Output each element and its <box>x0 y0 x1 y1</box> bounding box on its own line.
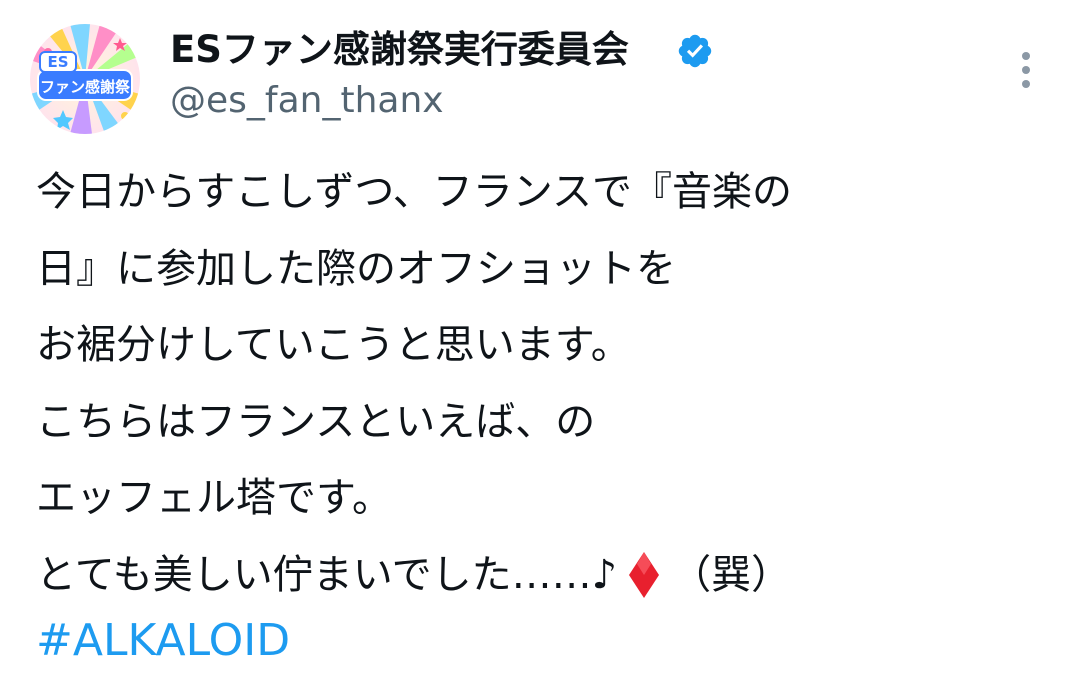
hashtag-link[interactable]: #ALKALOID <box>36 603 290 679</box>
svg-text:ファン感謝祭: ファン感謝祭 <box>40 78 131 96</box>
tweet-text: 今日からすこしずつ、フランスで『音楽の 日』に参加した際のオフショットを お裾分… <box>36 154 1046 613</box>
avatar[interactable]: ファン感謝祭 ES <box>30 24 140 134</box>
avatar-logo-icon: ファン感謝祭 ES <box>30 24 140 134</box>
more-options-button[interactable] <box>1002 42 1050 98</box>
tweet-text-line: 今日からすこしずつ、フランスで『音楽の <box>36 169 792 215</box>
svg-text:ES: ES <box>47 53 68 71</box>
more-vertical-icon <box>1022 52 1030 88</box>
tweet-text-line: とても美しい佇まいでした……♪ （巽） <box>36 537 1046 614</box>
author-display-name[interactable]: ESファン感謝祭実行委員会 <box>170 26 629 74</box>
tweet-text-line: エッフェル塔です。 <box>36 475 392 521</box>
tweet-text-line: こちらはフランスといえば、の <box>36 398 596 445</box>
tweet-text-segment: とても美しい佇まいでした……♪ <box>36 551 618 598</box>
tweet-text-signature: （巽） <box>671 551 792 598</box>
tweet-card: ファン感謝祭 ES ESファン感謝祭実行委員会 @es_fan_thanx 今日… <box>0 0 1077 690</box>
author-handle[interactable]: @es_fan_thanx <box>170 78 444 124</box>
tweet-text-line: お裾分けしていこうと思います。 <box>36 322 631 368</box>
red-diamond-icon <box>629 551 660 598</box>
tweet-text-line: 日』に参加した際のオフショットを <box>36 245 676 292</box>
verified-badge-icon <box>678 34 712 68</box>
